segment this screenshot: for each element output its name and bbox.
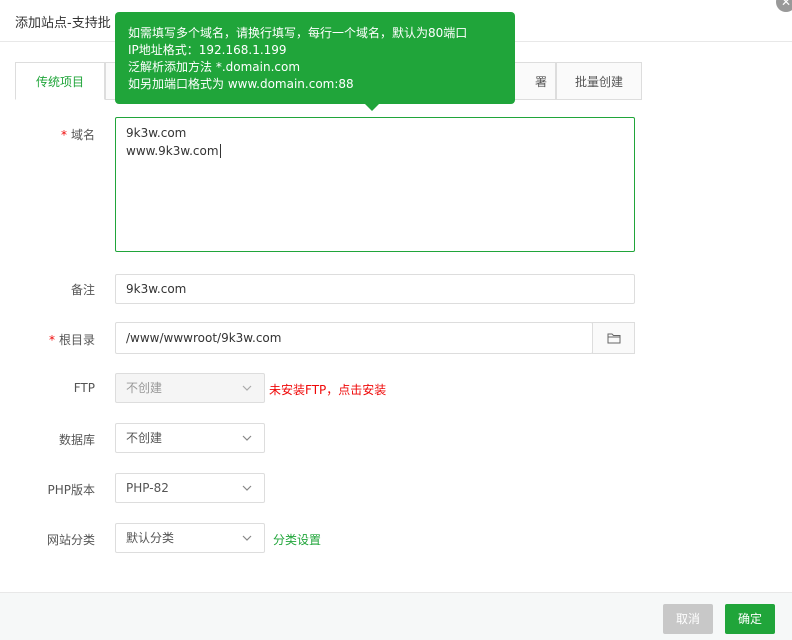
cancel-button[interactable]: 取消 bbox=[663, 604, 713, 634]
root-label-text: 根目录 bbox=[58, 333, 95, 347]
category-settings-link[interactable]: 分类设置 bbox=[273, 531, 321, 548]
database-select[interactable]: 不创建 bbox=[115, 423, 265, 453]
confirm-button[interactable]: 确定 bbox=[725, 604, 775, 634]
domain-line: 9k3w.com bbox=[126, 126, 187, 140]
chevron-down-icon bbox=[242, 535, 252, 541]
ftp-label: FTP bbox=[73, 381, 95, 395]
database-select-value: 不创建 bbox=[126, 431, 163, 445]
tooltip-line: IP地址格式：192.168.1.199 bbox=[128, 43, 287, 57]
domain-line-text: www.9k3w.com bbox=[126, 144, 219, 158]
ftp-select: 不创建 bbox=[115, 373, 265, 403]
database-label: 数据库 bbox=[58, 433, 95, 447]
ftp-install-link[interactable]: 未安装FTP，点击安装 bbox=[269, 381, 386, 398]
domain-label: * 域名 bbox=[0, 126, 95, 143]
domain-help-tooltip: 如需填写多个域名，请换行填写，每行一个域名，默认为80端口 IP地址格式：192… bbox=[115, 12, 515, 111]
php-version-select-value: PHP-82 bbox=[126, 481, 169, 495]
dialog-title: 添加站点-支持批 bbox=[15, 16, 111, 31]
tab-traditional-project[interactable]: 传统项目 bbox=[15, 62, 105, 100]
root-directory-input[interactable]: /www/wwwroot/9k3w.com bbox=[115, 322, 593, 354]
domain-line: www.9k3w.com bbox=[126, 142, 624, 160]
domain-textarea[interactable]: 9k3w.com www.9k3w.com bbox=[115, 117, 635, 252]
chevron-down-icon bbox=[242, 435, 252, 441]
site-category-select[interactable]: 默认分类 bbox=[115, 523, 265, 553]
chevron-down-icon bbox=[242, 385, 252, 391]
required-mark: * bbox=[60, 128, 67, 142]
tooltip-line: 如需填写多个域名，请换行填写，每行一个域名，默认为80端口 bbox=[128, 26, 468, 40]
tab-batch-create[interactable]: 批量创建 bbox=[556, 62, 642, 100]
domain-label-text: 域名 bbox=[70, 128, 95, 142]
root-label: * 根目录 bbox=[0, 331, 95, 348]
tooltip-line: 如另加端口格式为 www.domain.com:88 bbox=[128, 77, 354, 91]
remark-input[interactable]: 9k3w.com bbox=[115, 274, 635, 304]
remark-label: 备注 bbox=[70, 283, 95, 297]
tooltip-line: 泛解析添加方法 *.domain.com bbox=[128, 60, 301, 74]
site-category-select-value: 默认分类 bbox=[126, 531, 175, 545]
site-category-label: 网站分类 bbox=[46, 533, 95, 547]
tooltip-arrow bbox=[365, 104, 379, 111]
tab-deploy-label: 署 bbox=[534, 75, 547, 89]
php-version-select[interactable]: PHP-82 bbox=[115, 473, 265, 503]
required-mark: * bbox=[48, 333, 55, 347]
php-version-label: PHP版本 bbox=[47, 483, 96, 497]
close-icon[interactable]: ✕ bbox=[776, 0, 792, 12]
text-cursor bbox=[219, 144, 221, 158]
ftp-select-value: 不创建 bbox=[126, 381, 163, 395]
folder-picker-button[interactable] bbox=[592, 322, 635, 354]
dialog-footer: 取消 确定 bbox=[0, 592, 792, 640]
folder-icon bbox=[607, 333, 620, 344]
chevron-down-icon bbox=[242, 485, 252, 491]
